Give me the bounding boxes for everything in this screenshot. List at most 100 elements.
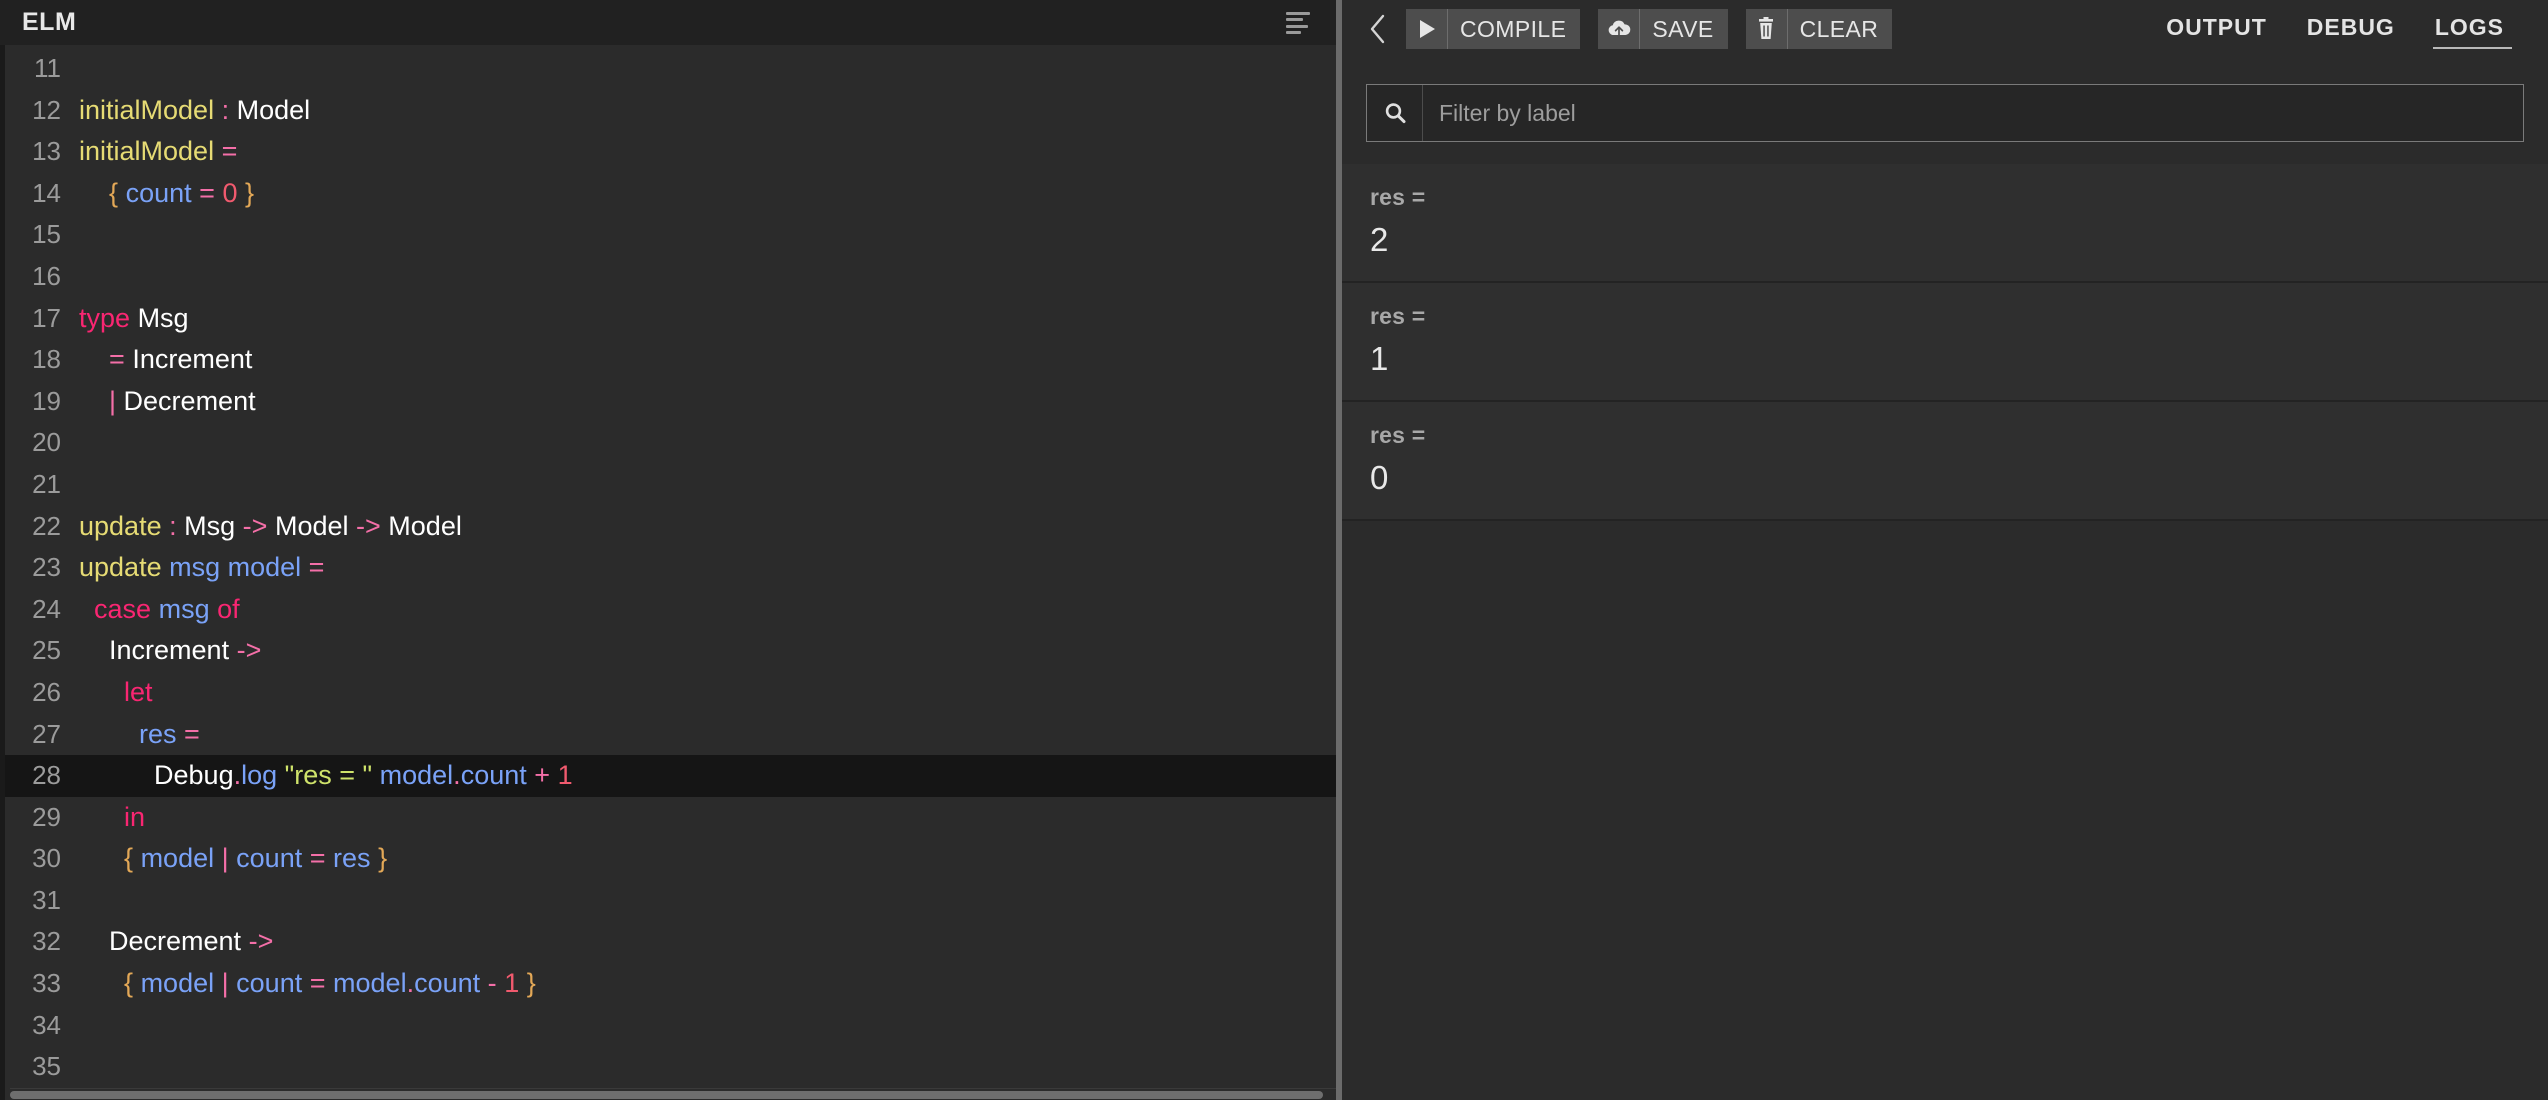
code-line[interactable]: 31	[5, 880, 1336, 922]
code-line[interactable]: 28 Debug.log "res = " model.count + 1	[5, 755, 1336, 797]
code-line[interactable]: 22 update : Msg -> Model -> Model	[5, 506, 1336, 548]
line-number: 22	[32, 510, 61, 541]
code-token: =	[221, 136, 238, 167]
code-token: Decrement	[109, 926, 242, 957]
code-token: Model	[236, 94, 311, 125]
code-line[interactable]: 14 { count = 0 }	[5, 173, 1336, 215]
code-token: update	[79, 510, 162, 541]
code-token: |	[221, 968, 229, 999]
code-token: :	[221, 94, 230, 125]
log-entry-label: res =	[1370, 422, 1426, 448]
code-line[interactable]: 29 in	[5, 797, 1336, 839]
code-line[interactable]: 12 initialModel : Model	[5, 90, 1336, 132]
code-line[interactable]: 21	[5, 464, 1336, 506]
code-line[interactable]: 18 = Increment	[5, 339, 1336, 381]
code-line[interactable]: 25 Increment ->	[5, 630, 1336, 672]
scrollbar-thumb[interactable]	[10, 1091, 1323, 1099]
code-token: =	[308, 552, 325, 583]
log-entry[interactable]: res = 1	[1342, 283, 2548, 402]
line-number: 17	[32, 302, 61, 333]
code-token: Model	[274, 510, 349, 541]
code-token: =	[309, 968, 326, 999]
code-line[interactable]: 13 initialModel =	[5, 131, 1336, 173]
code-line[interactable]: 20	[5, 422, 1336, 464]
log-entry[interactable]: res = 0	[1342, 402, 2548, 521]
code-line[interactable]: 34	[5, 1005, 1336, 1047]
code-token: initialModel	[79, 94, 215, 125]
code-line[interactable]: 27 res =	[5, 714, 1336, 756]
code-line[interactable]: 30 { model | count = res }	[5, 838, 1336, 880]
code-editor[interactable]: 11 12 initialModel : Model 13 initialModel =…	[0, 45, 1336, 1100]
chevron-left-icon[interactable]	[1360, 11, 1396, 47]
code-line[interactable]: 33 { model | count = model.count - 1 }	[5, 963, 1336, 1005]
code-line[interactable]: 17 type Msg	[5, 298, 1336, 340]
save-button[interactable]: SAVE	[1598, 9, 1728, 49]
code-line[interactable]: 26 let	[5, 672, 1336, 714]
code-token: Msg	[184, 510, 236, 541]
right-pane: COMPILE SAVE CLEAR OUTPUT DEBUG LOGS Fil…	[1342, 0, 2548, 1100]
line-number: 12	[32, 94, 61, 125]
filter-box[interactable]	[1366, 84, 2524, 142]
line-number: 33	[32, 968, 61, 999]
code-token: }	[526, 968, 536, 999]
editor-horizontal-scrollbar[interactable]	[10, 1088, 1336, 1100]
code-token: 0	[222, 177, 238, 208]
tab-output[interactable]: OUTPUT	[2146, 8, 2287, 51]
code-line[interactable]: 23 update msg model =	[5, 547, 1336, 589]
code-token: }	[378, 843, 388, 874]
code-token: ->	[236, 635, 262, 666]
code-token: model	[333, 968, 407, 999]
code-token: model	[140, 843, 215, 874]
code-line[interactable]: 24 case msg of	[5, 589, 1336, 631]
save-button-label: SAVE	[1652, 15, 1714, 42]
line-number: 29	[32, 801, 61, 832]
line-number: 31	[32, 884, 61, 915]
code-token: Debug	[154, 760, 234, 791]
code-token: count	[414, 968, 481, 999]
panel-toolbar: COMPILE SAVE CLEAR OUTPUT DEBUG LOGS	[1342, 0, 2548, 58]
line-number: 15	[32, 219, 61, 250]
code-token: "res = "	[284, 760, 373, 791]
code-line[interactable]: 32 Decrement ->	[5, 921, 1336, 963]
filter-container	[1342, 58, 2548, 164]
code-line[interactable]: 11	[5, 48, 1336, 90]
code-token: .	[233, 760, 242, 791]
line-number: 18	[32, 344, 61, 375]
log-entry[interactable]: res = 2	[1342, 164, 2548, 283]
code-token: model	[379, 760, 454, 791]
tab-logs[interactable]: LOGS	[2415, 8, 2524, 51]
log-entry-list: res = 2 res = 1 res = 0	[1342, 164, 2548, 521]
line-number: 11	[34, 53, 61, 83]
code-token: res	[139, 718, 177, 749]
tab-debug[interactable]: DEBUG	[2287, 8, 2415, 51]
code-line[interactable]: 35	[5, 1046, 1336, 1088]
compile-button[interactable]: COMPILE	[1406, 9, 1581, 49]
code-token: update	[79, 552, 162, 583]
cloud-upload-icon	[1598, 9, 1641, 49]
format-lines-icon[interactable]	[1286, 12, 1310, 34]
code-token: |	[221, 843, 229, 874]
line-number: 27	[32, 718, 61, 749]
code-line[interactable]: 15	[5, 214, 1336, 256]
code-line[interactable]: 19 | Decrement	[5, 381, 1336, 423]
filter-input[interactable]	[1423, 99, 2523, 127]
code-token: Msg	[137, 302, 189, 333]
code-line[interactable]: 16	[5, 256, 1336, 298]
clear-button[interactable]: CLEAR	[1745, 9, 1893, 49]
code-token: res	[333, 843, 371, 874]
